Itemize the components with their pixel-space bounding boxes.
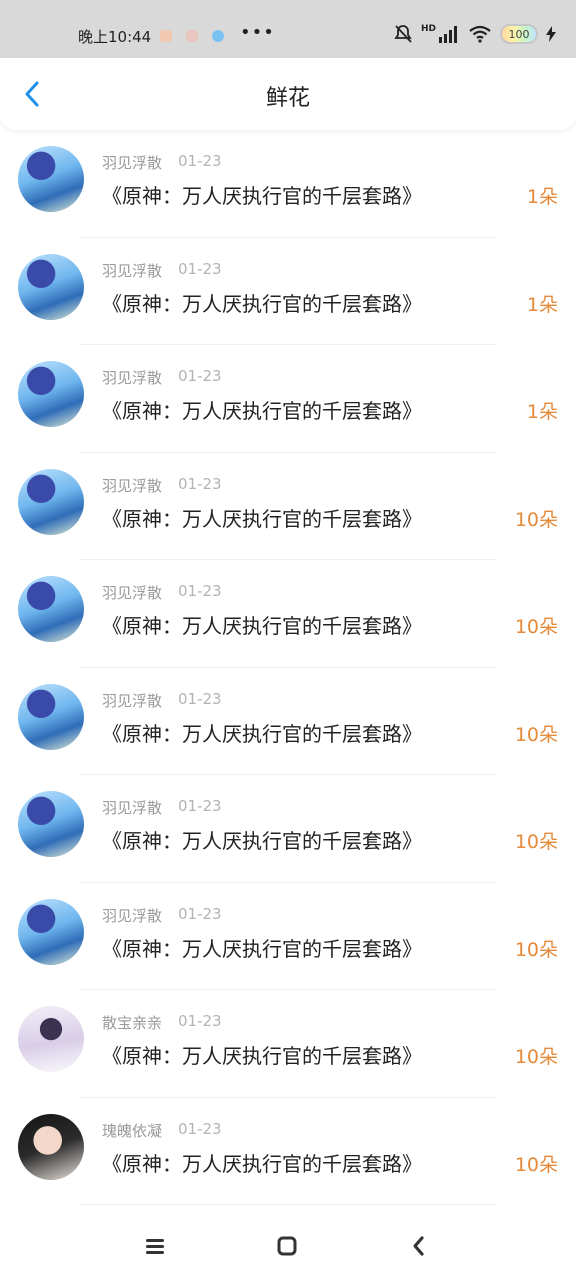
flower-amount: 1朵 (526, 293, 558, 316)
battery-indicator: 100 (500, 24, 538, 44)
avatar[interactable] (18, 1006, 84, 1072)
status-icons: HD 100 (393, 24, 556, 44)
status-bar: 晚上10:44 ••• HD 100 (0, 0, 576, 58)
list-item[interactable]: 羽见浮散 01-23 《原神：万人厌执行官的千层套路》 10朵 (0, 668, 576, 775)
date: 01-23 (178, 797, 222, 815)
avatar[interactable] (18, 898, 84, 965)
user-name: 羽见浮散 (102, 906, 163, 925)
avatar[interactable] (18, 683, 84, 750)
flower-amount: 10朵 (514, 723, 558, 746)
flower-amount: 10朵 (514, 1046, 558, 1068)
avatar[interactable] (18, 146, 84, 212)
avatar[interactable] (18, 1113, 84, 1180)
user-name: 瑰魄依凝 (102, 1121, 163, 1140)
flower-amount: 1朵 (526, 186, 558, 208)
book-title: 《原神：万人厌执行官的千层套路》 (102, 721, 422, 746)
more-notifications-icon: ••• (240, 22, 275, 43)
header-bar: 鲜花 (0, 58, 576, 130)
user-name: 羽见浮散 (102, 584, 163, 602)
book-title: 《原神：万人厌执行官的千层套路》 (102, 936, 422, 961)
list-item[interactable]: 羽见浮散 01-23 《原神：万人厌执行官的千层套路》 10朵 (0, 883, 576, 990)
flower-amount: 10朵 (514, 1153, 558, 1176)
flower-amount: 10朵 (514, 938, 558, 961)
date: 01-23 (178, 904, 222, 923)
list-item[interactable]: 散宝亲亲 01-23 《原神：万人厌执行官的千层套路》 10朵 (0, 990, 576, 1098)
date: 01-23 (178, 259, 222, 278)
user-name: 羽见浮散 (102, 691, 163, 710)
charging-icon (546, 26, 556, 42)
user-name: 羽见浮散 (102, 799, 163, 817)
status-time: 晚上10:44 (78, 28, 152, 46)
back-icon (413, 1236, 424, 1256)
book-title: 《原神：万人厌执行官的千层套路》 (102, 1151, 422, 1176)
date: 01-23 (178, 152, 222, 170)
home-button[interactable] (273, 1232, 301, 1260)
flower-list: 羽见浮散 01-23 《原神：万人厌执行官的千层套路》 1朵 羽见浮散 01-23 … (0, 130, 576, 1205)
date: 01-23 (178, 1119, 222, 1138)
notification-icon (186, 30, 198, 42)
nav-back-button[interactable] (405, 1232, 433, 1260)
divider (80, 1204, 496, 1205)
list-item[interactable]: 羽见浮散 01-23 《原神：万人厌执行官的千层套路》 10朵 (0, 775, 576, 883)
system-nav-bar (0, 1212, 576, 1280)
date: 01-23 (178, 582, 222, 600)
user-name: 散宝亲亲 (102, 1014, 163, 1032)
notification-icon (160, 30, 172, 42)
home-icon (277, 1236, 297, 1256)
user-name: 羽见浮散 (102, 154, 163, 172)
avatar[interactable] (18, 791, 84, 857)
list-item[interactable]: 羽见浮散 01-23 《原神：万人厌执行官的千层套路》 1朵 (0, 130, 576, 238)
list-item[interactable]: 瑰魄依凝 01-23 《原神：万人厌执行官的千层套路》 10朵 (0, 1098, 576, 1205)
list-item[interactable]: 羽见浮散 01-23 《原神：万人厌执行官的千层套路》 1朵 (0, 238, 576, 345)
menu-button[interactable] (141, 1232, 169, 1260)
avatar[interactable] (18, 253, 84, 320)
book-title: 《原神：万人厌执行官的千层套路》 (102, 1044, 422, 1068)
notification-icon (212, 30, 224, 42)
book-title: 《原神：万人厌执行官的千层套路》 (102, 614, 422, 638)
avatar[interactable] (18, 468, 84, 535)
user-name: 羽见浮散 (102, 369, 163, 387)
user-name: 羽见浮散 (102, 476, 163, 495)
list-item[interactable]: 羽见浮散 01-23 《原神：万人厌执行官的千层套路》 10朵 (0, 453, 576, 560)
book-title: 《原神：万人厌执行官的千层套路》 (102, 291, 422, 316)
date: 01-23 (178, 474, 222, 493)
wifi-icon (469, 25, 491, 43)
user-name: 羽见浮散 (102, 261, 163, 280)
book-title: 《原神：万人厌执行官的千层套路》 (102, 184, 422, 208)
date: 01-23 (178, 689, 222, 708)
date: 01-23 (178, 1012, 222, 1030)
book-title: 《原神：万人厌执行官的千层套路》 (102, 399, 422, 423)
page-title: 鲜花 (265, 86, 310, 111)
network-type-label: HD (420, 24, 436, 34)
avatar[interactable] (18, 361, 84, 427)
list-item[interactable]: 羽见浮散 01-23 《原神：万人厌执行官的千层套路》 1朵 (0, 345, 576, 453)
date: 01-23 (178, 367, 222, 385)
flower-amount: 10朵 (514, 508, 558, 531)
book-title: 《原神：万人厌执行官的千层套路》 (102, 506, 422, 531)
signal-icon (439, 26, 457, 43)
mute-bell-icon (394, 25, 412, 43)
avatar[interactable] (18, 576, 84, 642)
book-title: 《原神：万人厌执行官的千层套路》 (102, 829, 422, 853)
flower-amount: 10朵 (514, 831, 558, 853)
menu-icon (146, 1239, 164, 1254)
flower-amount: 1朵 (526, 401, 558, 423)
flower-amount: 10朵 (514, 616, 558, 638)
list-item[interactable]: 羽见浮散 01-23 《原神：万人厌执行官的千层套路》 10朵 (0, 560, 576, 668)
